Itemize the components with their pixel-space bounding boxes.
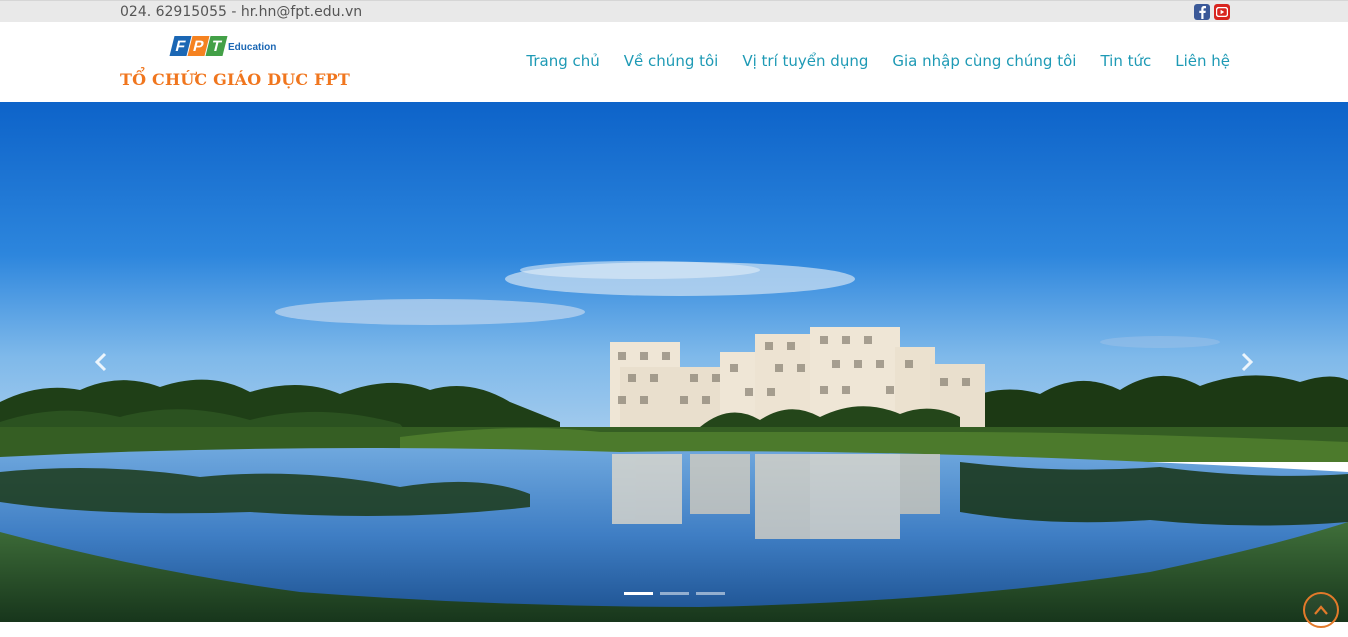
- nav-item-jobs[interactable]: Vị trí tuyển dụng: [742, 52, 868, 70]
- fpt-education-logo[interactable]: F P T Education TỔ CHỨC GIÁO DỤC FPT: [120, 34, 350, 94]
- logo-letter-t: T: [205, 36, 228, 56]
- nav-item-home[interactable]: Trang chủ: [526, 52, 599, 70]
- carousel-indicator-2[interactable]: [660, 592, 689, 595]
- top-bar: 024. 62915055 - hr.hn@fpt.edu.vn: [0, 0, 1348, 22]
- carousel-indicator-3[interactable]: [696, 592, 725, 595]
- chevron-up-icon: [1314, 605, 1328, 615]
- nav-item-contact[interactable]: Liên hệ: [1175, 52, 1230, 70]
- carousel-next-button[interactable]: [1232, 347, 1262, 377]
- hero-carousel: [0, 102, 1348, 622]
- chevron-right-icon: [1241, 352, 1254, 372]
- site-header: F P T Education TỔ CHỨC GIÁO DỤC FPT Tra…: [0, 22, 1348, 102]
- scroll-to-top-button[interactable]: [1303, 592, 1339, 628]
- contact-info: 024. 62915055 - hr.hn@fpt.edu.vn: [120, 4, 363, 20]
- nav-item-join[interactable]: Gia nhập cùng chúng tôi: [892, 52, 1076, 70]
- youtube-icon[interactable]: [1214, 4, 1230, 20]
- fpt-logo-mark: F P T: [169, 36, 228, 56]
- carousel-indicators: [624, 592, 732, 595]
- nav-item-about[interactable]: Về chúng tôi: [624, 52, 719, 70]
- main-nav: Trang chủ Về chúng tôi Vị trí tuyển dụng…: [502, 52, 1230, 70]
- nav-item-news[interactable]: Tin tức: [1100, 52, 1151, 70]
- logo-subtitle: Education: [228, 42, 277, 53]
- campus-lake-image: [0, 102, 1348, 622]
- organization-name: TỔ CHỨC GIÁO DỤC FPT: [120, 70, 351, 89]
- chevron-left-icon: [94, 352, 107, 372]
- carousel-prev-button[interactable]: [86, 347, 116, 377]
- carousel-indicator-1[interactable]: [624, 592, 653, 595]
- page-bottom: [0, 622, 1348, 637]
- facebook-icon[interactable]: [1194, 4, 1210, 20]
